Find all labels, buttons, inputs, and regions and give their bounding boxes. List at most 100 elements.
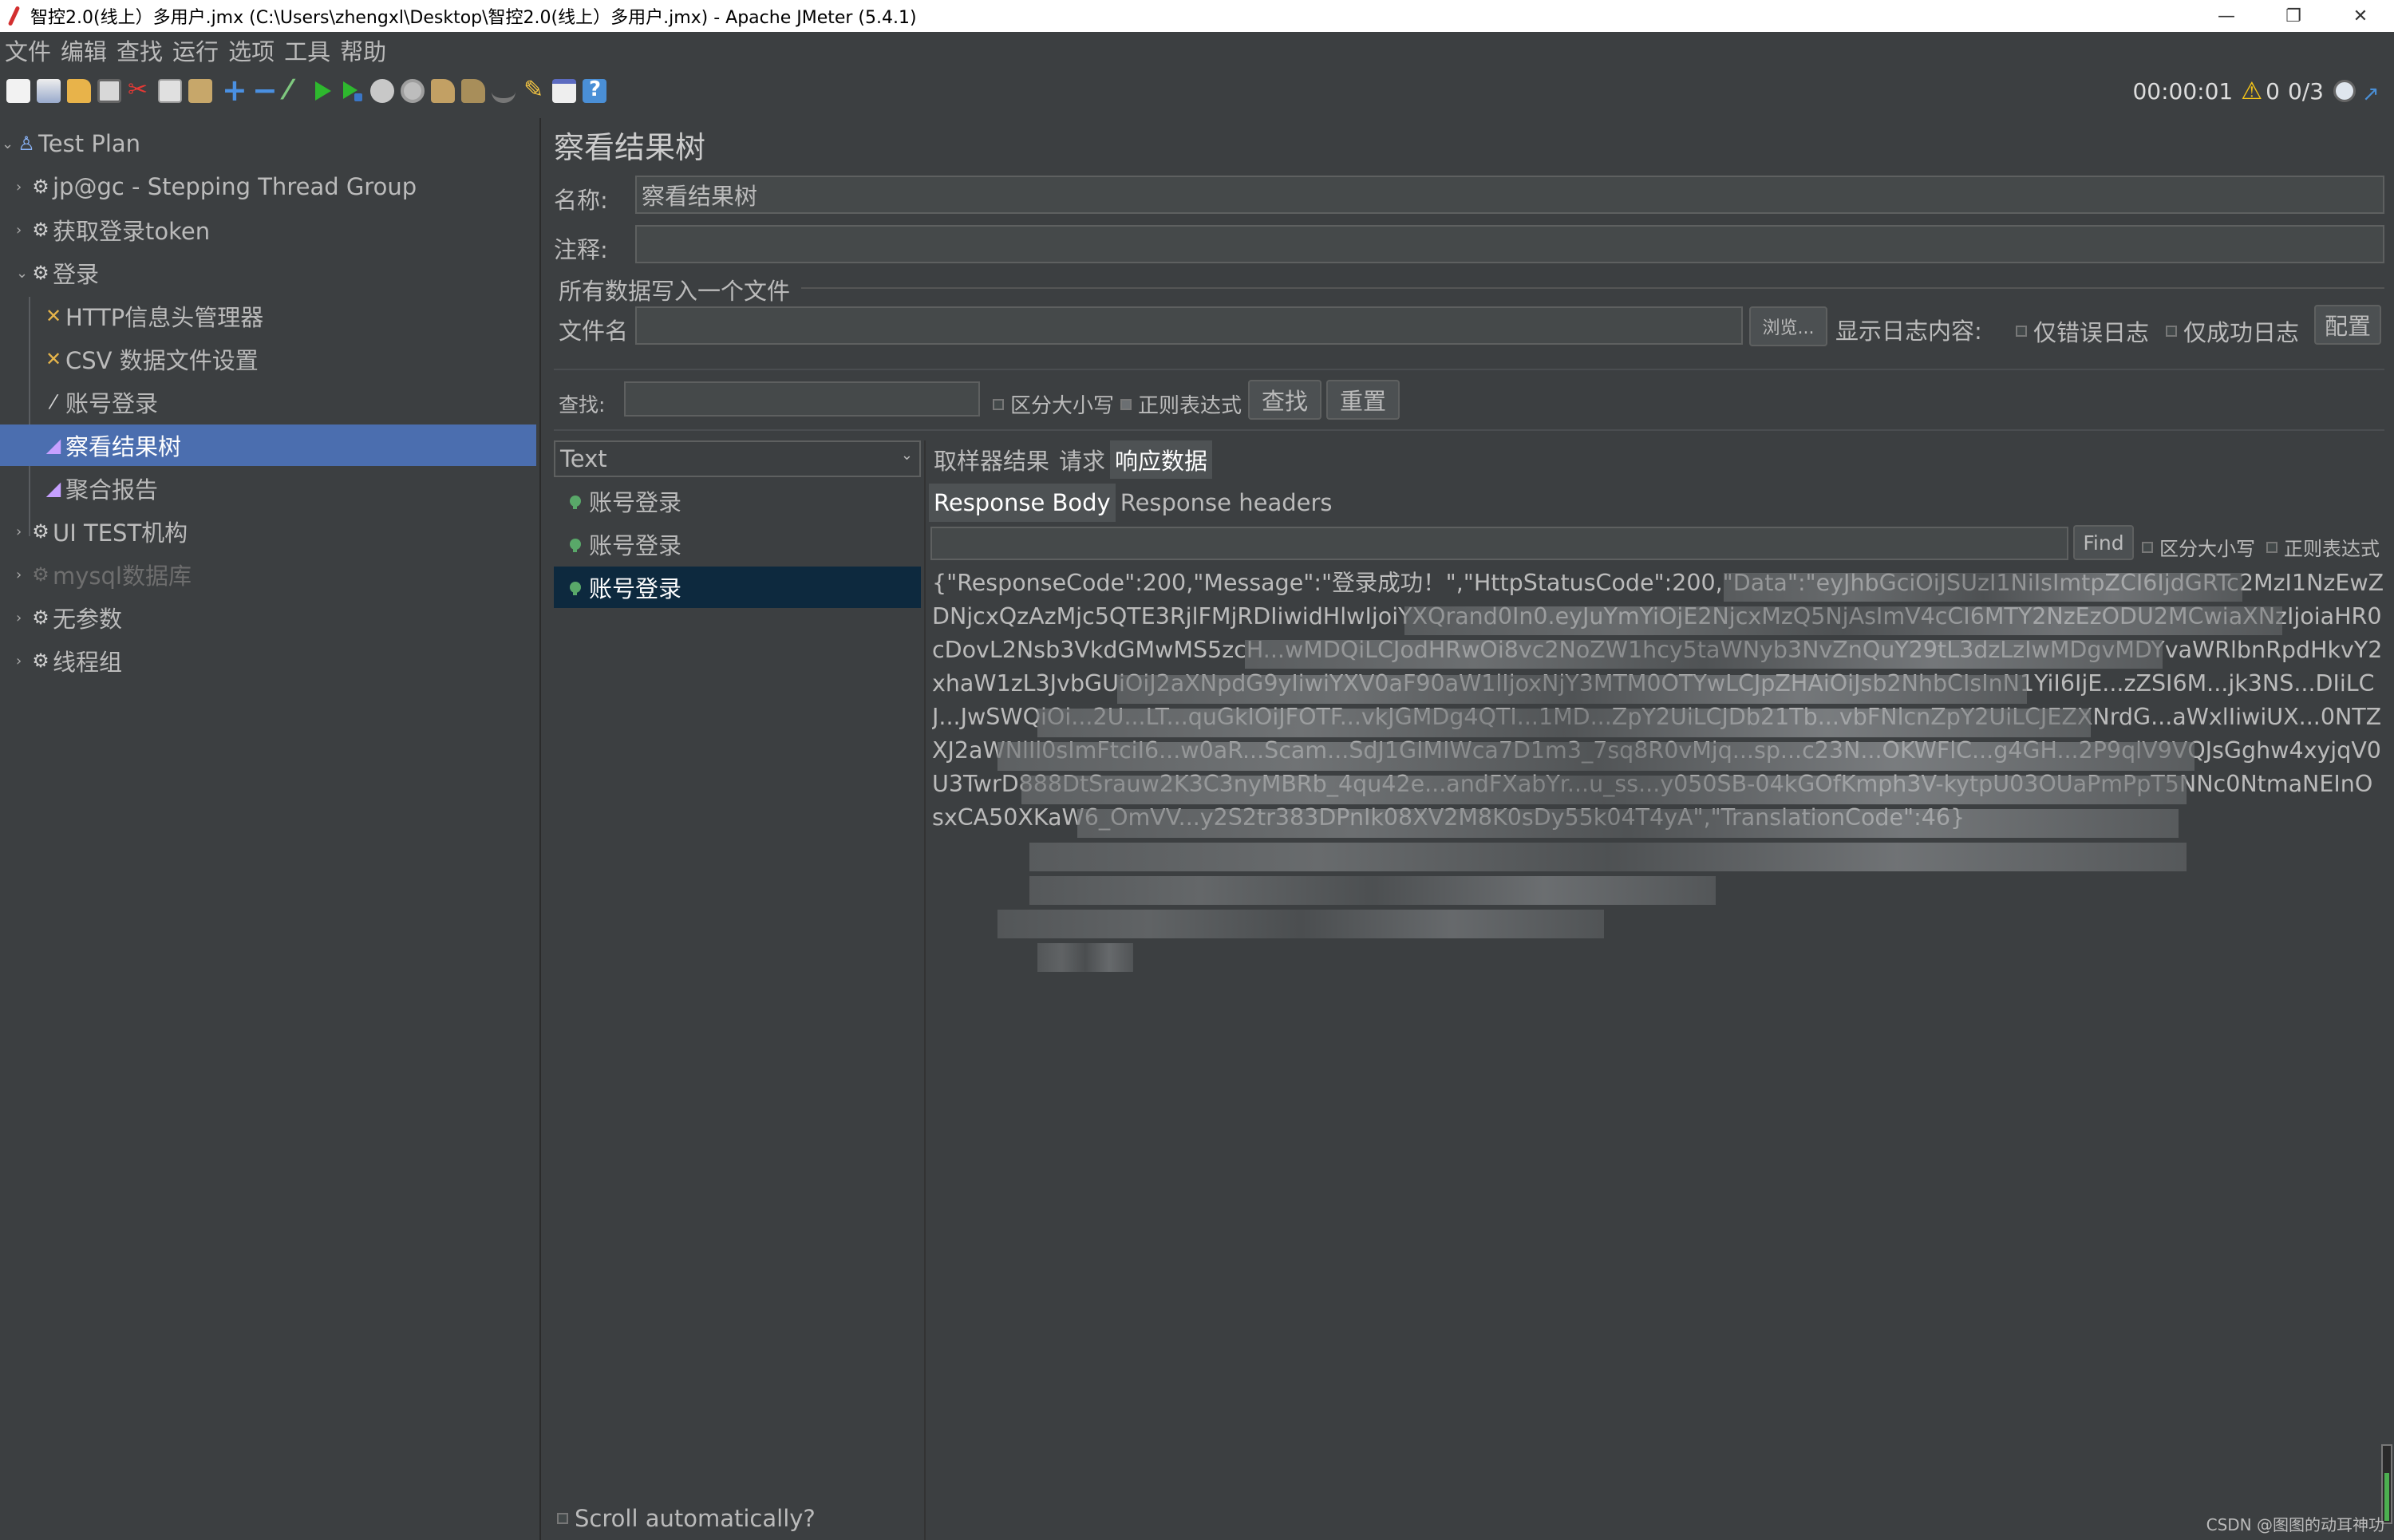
case-sensitive-checkbox[interactable]: 区分大小写 xyxy=(993,389,1114,419)
tree-node-aggregate-report[interactable]: ◢ 聚合报告 xyxy=(45,468,158,509)
shutdown-icon[interactable] xyxy=(401,79,425,103)
tree-node-stepping-thread-group[interactable]: › ⚙ jp@gc - Stepping Thread Group xyxy=(16,166,417,207)
chevron-right-icon[interactable]: › xyxy=(16,222,32,239)
function-helper-icon[interactable] xyxy=(552,79,576,103)
checkbox-box[interactable] xyxy=(557,1513,568,1524)
tree-node-mysql[interactable]: › ⚙ mysql数据库 xyxy=(16,554,192,595)
tree-node-account-login[interactable]: ⁄ 账号登录 xyxy=(45,381,158,423)
name-label: 名称: xyxy=(554,187,608,214)
tree-node-label: 账号登录 xyxy=(65,390,159,417)
chevron-down-icon[interactable]: ⌄ xyxy=(901,447,913,464)
checkbox-box[interactable] xyxy=(993,398,1004,410)
chevron-right-icon[interactable]: › xyxy=(16,523,32,540)
toolbar xyxy=(0,72,2394,110)
save-icon[interactable] xyxy=(97,79,121,103)
success-only-checkbox[interactable]: 仅成功日志 xyxy=(2166,314,2299,348)
remote-globe-icon[interactable] xyxy=(2333,80,2356,102)
tab-response-data[interactable]: 响应数据 xyxy=(1110,440,1213,479)
copy-icon[interactable] xyxy=(158,79,182,103)
response-case-sensitive-checkbox[interactable]: 区分大小写 xyxy=(2142,533,2255,561)
tree-node-thread-group[interactable]: › ⚙ 线程组 xyxy=(16,640,122,681)
chevron-down-icon[interactable]: ⌄ xyxy=(2,136,18,152)
menu-tools[interactable]: 工具 xyxy=(284,34,330,67)
paste-icon[interactable] xyxy=(188,79,212,103)
thread-count: 0/3 xyxy=(2287,77,2324,105)
clear-icon[interactable] xyxy=(431,79,455,103)
help-icon[interactable] xyxy=(583,77,606,103)
browse-button[interactable]: 浏览... xyxy=(1749,306,1827,346)
menu-bar: 文件 编辑 查找 运行 选项 工具 帮助 xyxy=(0,32,2394,69)
menu-run[interactable]: 运行 xyxy=(172,34,219,67)
menu-file[interactable]: 文件 xyxy=(5,34,51,67)
tree-node-http-header-manager[interactable]: ✕ HTTP信息头管理器 xyxy=(45,295,263,337)
chevron-right-icon[interactable]: › xyxy=(16,567,32,583)
tree-node-ui-test[interactable]: › ⚙ UI TEST机构 xyxy=(16,511,188,552)
list-item[interactable]: 账号登录 xyxy=(554,523,921,565)
start-icon[interactable] xyxy=(310,79,334,103)
warning-icon[interactable]: ⚠ xyxy=(2241,77,2262,105)
tree-splitter[interactable] xyxy=(539,118,541,1540)
results-splitter[interactable] xyxy=(924,440,926,1540)
splitter-top[interactable] xyxy=(554,369,2384,370)
checkbox-box[interactable] xyxy=(2016,326,2027,337)
tree-node-view-results-tree[interactable]: ◢ 察看结果树 xyxy=(0,424,536,466)
find-button[interactable]: 查找 xyxy=(1248,380,1321,420)
menu-options[interactable]: 选项 xyxy=(228,34,275,67)
menu-search[interactable]: 查找 xyxy=(117,34,163,67)
detail-tabs: 取样器结果 请求 响应数据 xyxy=(929,440,1213,479)
expand-all-icon[interactable] xyxy=(219,73,247,108)
maximize-button[interactable]: ❐ xyxy=(2260,0,2327,32)
response-find-field[interactable] xyxy=(930,527,2068,560)
expand-icon[interactable] xyxy=(2362,80,2380,102)
chevron-down-icon[interactable]: ⌄ xyxy=(16,265,32,282)
reset-button[interactable]: 重置 xyxy=(1326,380,1400,420)
cut-icon[interactable] xyxy=(128,76,152,104)
start-no-pauses-icon[interactable] xyxy=(340,79,364,103)
response-regex-checkbox[interactable]: 正则表达式 xyxy=(2266,533,2380,561)
collapse-all-icon[interactable] xyxy=(249,73,278,108)
name-field[interactable]: 察看结果树 xyxy=(635,176,2384,214)
checkbox-box[interactable] xyxy=(2142,541,2153,553)
list-item[interactable]: 账号登录 xyxy=(554,567,921,608)
response-find-button[interactable]: Find xyxy=(2073,525,2134,560)
tab-response-body[interactable]: Response Body xyxy=(929,484,1116,522)
chevron-right-icon[interactable]: › xyxy=(16,179,32,195)
checkbox-box[interactable] xyxy=(2166,326,2177,337)
tree-node-login[interactable]: ⌄ ⚙ 登录 xyxy=(16,252,99,294)
tree-node-no-params[interactable]: › ⚙ 无参数 xyxy=(16,597,122,638)
tree-node-test-plan[interactable]: ⌄ ♙ Test Plan xyxy=(2,123,140,164)
tree-node-get-token[interactable]: › ⚙ 获取登录token xyxy=(16,209,210,251)
tab-response-headers[interactable]: Response headers xyxy=(1116,484,1337,522)
search-field[interactable] xyxy=(624,381,980,417)
configure-button[interactable]: 配置 xyxy=(2314,305,2381,345)
success-shield-icon xyxy=(570,539,581,552)
toggle-icon[interactable] xyxy=(279,74,303,106)
splitter-middle[interactable] xyxy=(554,429,2384,431)
new-icon[interactable] xyxy=(6,79,30,103)
chevron-right-icon[interactable]: › xyxy=(16,610,32,626)
checkbox-box[interactable] xyxy=(2266,541,2277,553)
stop-icon[interactable] xyxy=(370,79,394,103)
tab-sampler-result[interactable]: 取样器结果 xyxy=(929,440,1054,479)
scroll-automatically-checkbox[interactable]: Scroll automatically? xyxy=(557,1505,816,1532)
regex-checkbox[interactable]: 正则表达式 xyxy=(1120,389,1242,419)
tree-node-csv-data-set[interactable]: ✕ CSV 数据文件设置 xyxy=(45,338,259,380)
reset-search-icon[interactable] xyxy=(522,76,546,104)
search-icon[interactable] xyxy=(492,79,516,103)
menu-edit[interactable]: 编辑 xyxy=(61,34,107,67)
menu-help[interactable]: 帮助 xyxy=(340,34,386,67)
tab-request[interactable]: 请求 xyxy=(1054,440,1110,479)
clear-all-icon[interactable] xyxy=(461,79,485,103)
open-icon[interactable] xyxy=(67,79,91,103)
checkbox-box[interactable] xyxy=(1120,398,1132,410)
filename-field[interactable] xyxy=(635,306,1743,345)
close-button[interactable]: ✕ xyxy=(2327,0,2394,32)
tree-node-label: 获取登录token xyxy=(53,218,211,245)
templates-icon[interactable] xyxy=(37,79,61,103)
errors-only-checkbox[interactable]: 仅错误日志 xyxy=(2016,314,2149,348)
chevron-right-icon[interactable]: › xyxy=(16,653,32,669)
list-item[interactable]: 账号登录 xyxy=(554,480,921,522)
minimize-button[interactable]: — xyxy=(2193,0,2260,32)
comment-field[interactable] xyxy=(635,225,2384,263)
renderer-select[interactable]: Text ⌄ xyxy=(554,440,921,477)
